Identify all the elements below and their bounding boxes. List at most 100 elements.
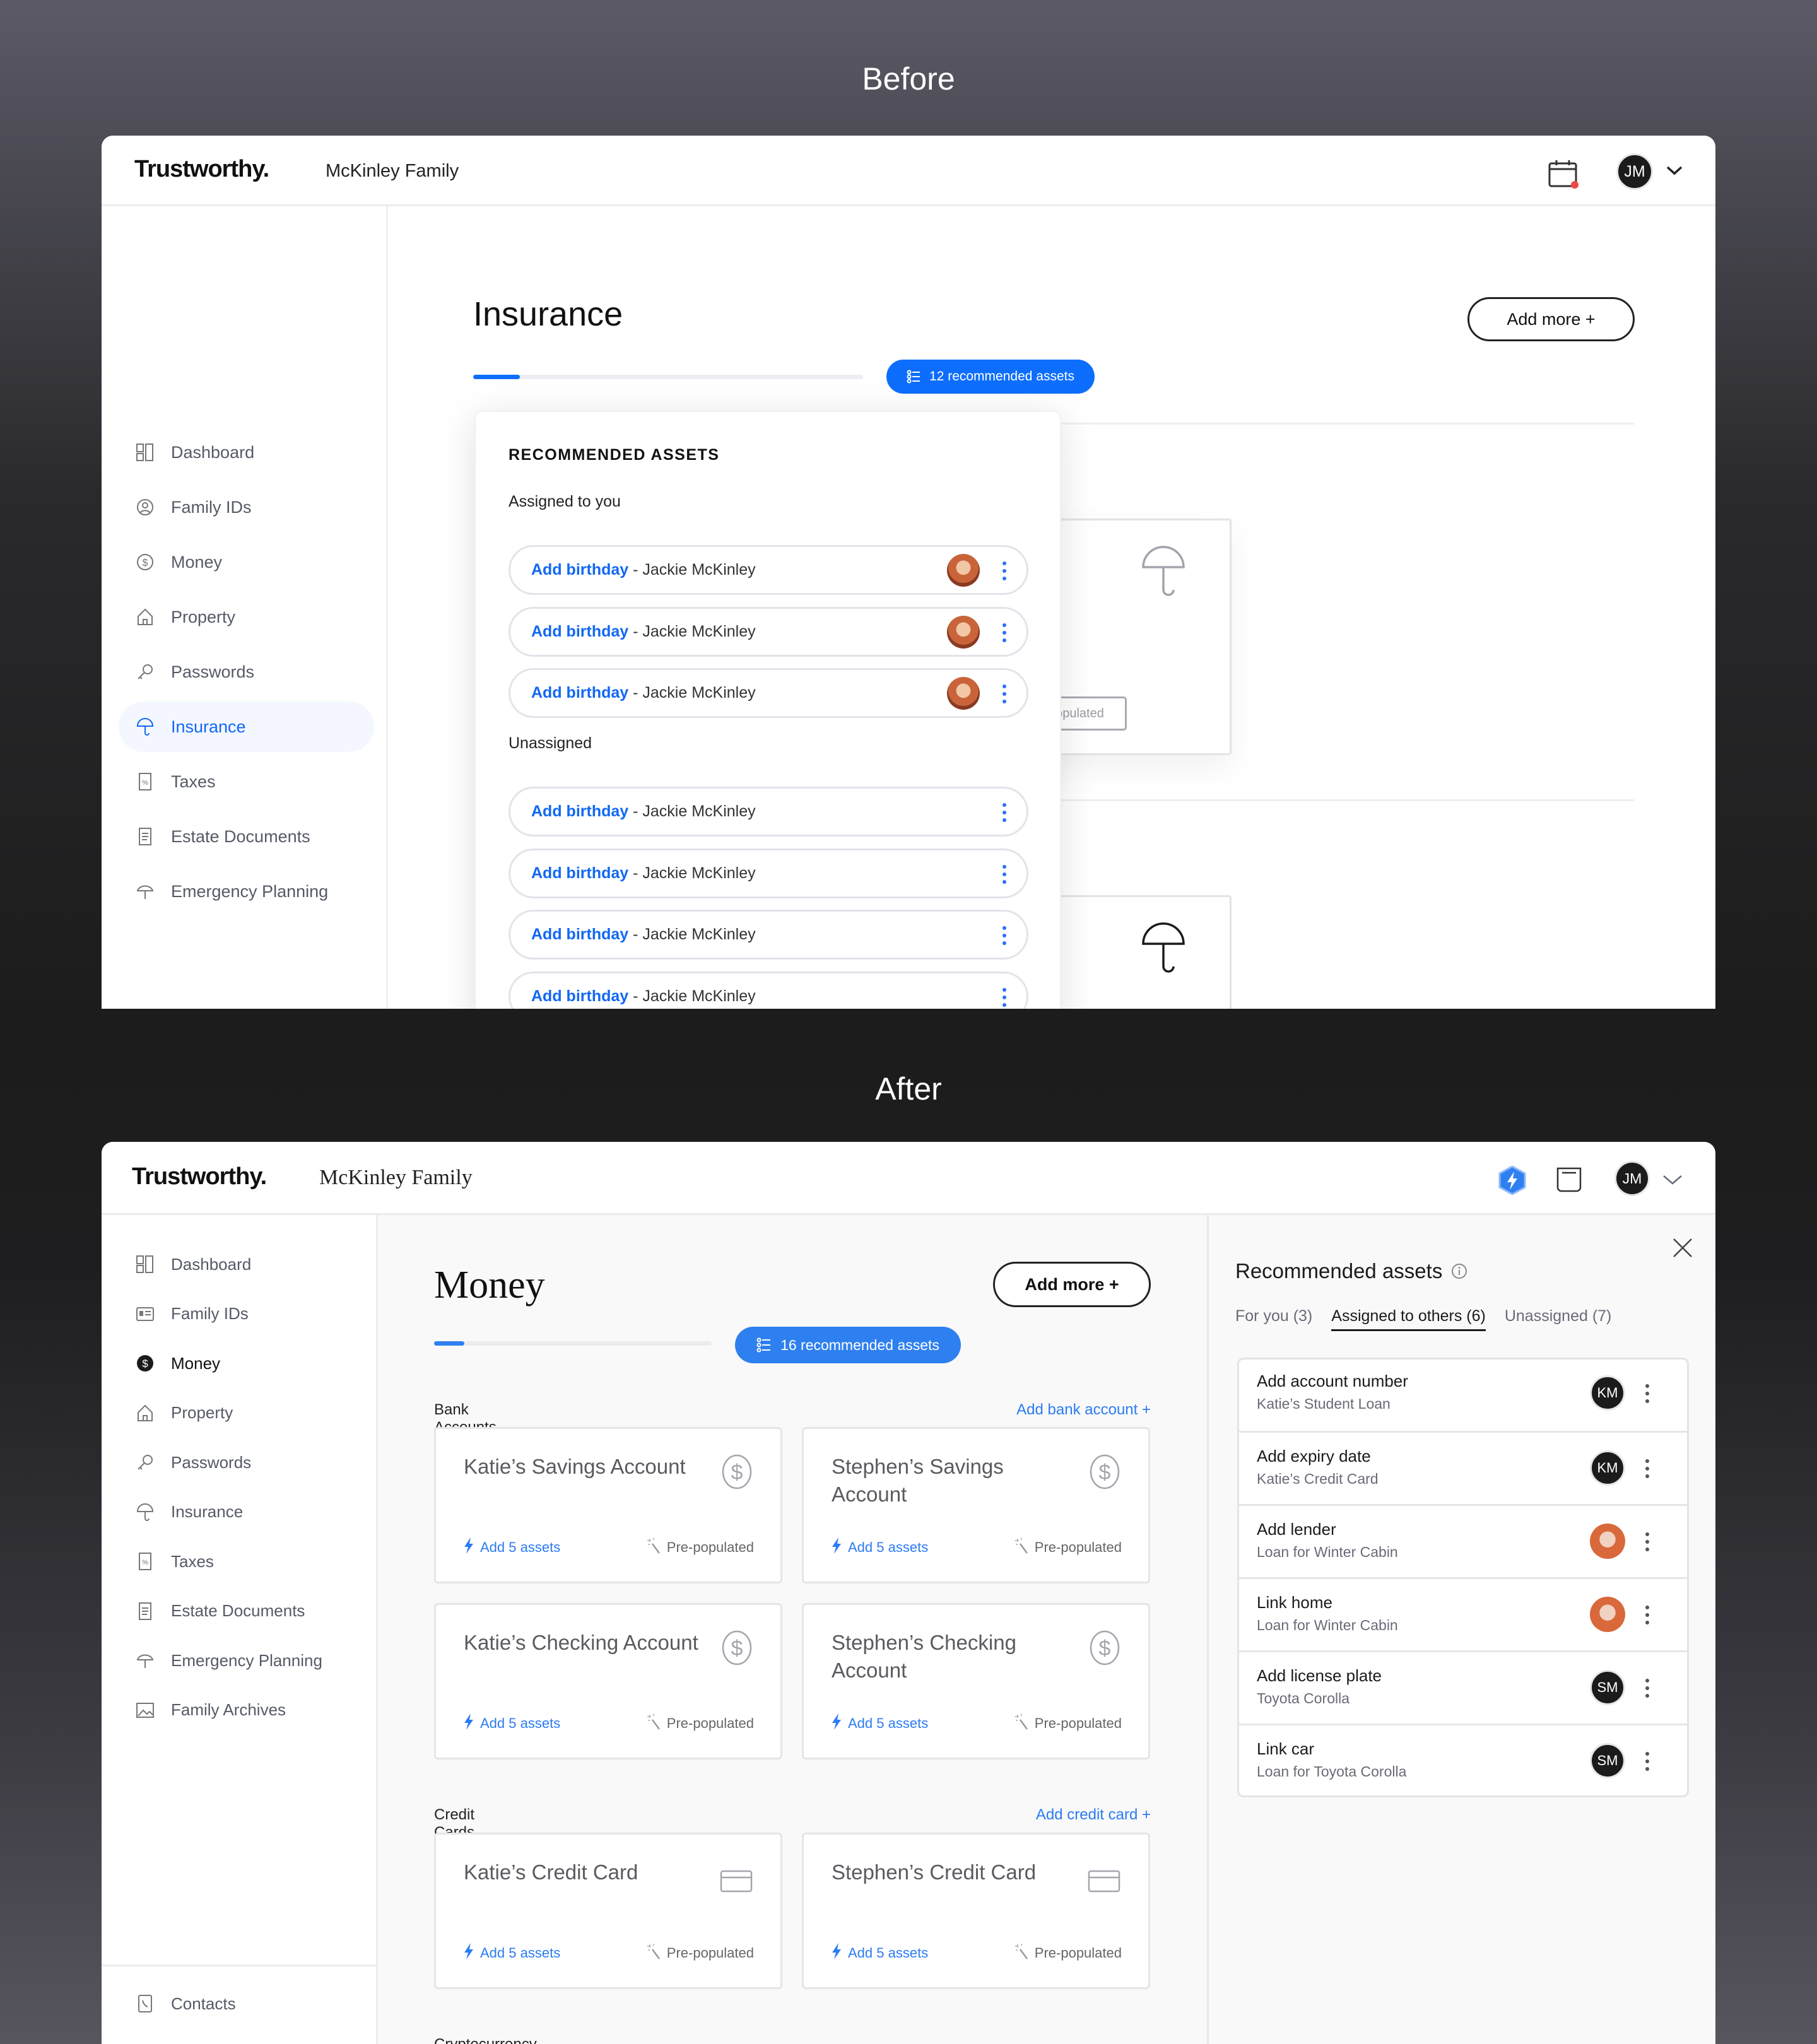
pre-populated-tag: Pre-populated (1014, 1713, 1122, 1734)
sidebar-item-insurance[interactable]: Insurance (102, 708, 379, 746)
logo[interactable]: Trustworthy. (132, 1163, 267, 1190)
lightning-hexagon-icon[interactable] (1498, 1165, 1526, 1198)
more-options-icon[interactable] (1001, 926, 1008, 945)
action-link[interactable]: Add birthday (531, 623, 628, 641)
sidebar-item-property[interactable]: Property (102, 1394, 373, 1432)
sidebar-item-emergency-planning[interactable]: Emergency Planning (102, 1642, 373, 1679)
add-assets-link[interactable]: Add 5 assets (832, 1537, 928, 1558)
recommended-asset-row[interactable]: Add birthday - Jackie McKinley (509, 545, 1028, 595)
sidebar-item-label: Estate Documents (171, 826, 310, 846)
add-more-button[interactable]: Add more + (993, 1262, 1151, 1307)
add-assets-link[interactable]: Add 5 assets (464, 1943, 560, 1963)
more-options-icon[interactable] (1001, 684, 1008, 703)
add-credit-cards-link[interactable]: Add credit card + (898, 1806, 1151, 1824)
sidebar-item-estate-documents[interactable]: Estate Documents (102, 818, 379, 855)
action-link[interactable]: Add birthday (531, 864, 628, 883)
action-link[interactable]: Add birthday (531, 802, 628, 821)
account-card[interactable]: Stephen’s Checking Account $ Add 5 assets P… (802, 1603, 1150, 1759)
more-options-icon[interactable] (1644, 1606, 1650, 1624)
more-options-icon[interactable] (1644, 1384, 1650, 1403)
user-avatar[interactable]: JM (1614, 1161, 1650, 1196)
assignee-avatar (947, 615, 980, 649)
sidebar-item-contacts[interactable]: Contacts (102, 1985, 373, 2023)
progress-bar (473, 375, 863, 379)
sidebar-item-family-ids[interactable]: Family IDs (102, 1295, 373, 1333)
sidebar-item-insurance[interactable]: Insurance (102, 1493, 373, 1531)
add-assets-link[interactable]: Add 5 assets (464, 1713, 560, 1734)
more-options-icon[interactable] (1001, 864, 1008, 884)
sidebar-item-family-ids[interactable]: Family IDs (102, 488, 379, 526)
add-assets-link[interactable]: Add 5 assets (832, 1713, 928, 1734)
account-card[interactable]: Katie’s Credit Card Add 5 assets Pre-popul… (434, 1833, 782, 1989)
account-card[interactable]: Katie’s Savings Account $ Add 5 assets Pre-… (434, 1427, 782, 1583)
tab-for-you-3[interactable]: For you (3) (1235, 1307, 1312, 1331)
action-link[interactable]: Add birthday (531, 925, 628, 944)
sidebar-item-family-archives[interactable]: Family Archives (102, 1691, 373, 1729)
add-bank-accounts-link[interactable]: Add bank account + (898, 1401, 1151, 1419)
sidebar-item-dashboard[interactable]: Dashboard (102, 1245, 373, 1283)
add-assets-link[interactable]: Add 5 assets (464, 1537, 560, 1558)
recommended-asset-row[interactable]: Add license plate Toyota Corolla SM (1239, 1650, 1687, 1724)
action-link[interactable]: Add birthday (531, 684, 628, 702)
account-card[interactable]: Stephen’s Credit Card Add 5 assets Pre-pop… (802, 1833, 1150, 1989)
chevron-down-icon[interactable] (1662, 1175, 1683, 1189)
recommended-asset-row[interactable]: Add birthday - Jackie McKinley (509, 668, 1028, 718)
pre-populated-label: Pre-populated (666, 1945, 754, 1961)
sidebar-item-label: Passwords (171, 1452, 252, 1472)
recommended-asset-row[interactable]: Add birthday - Jackie McKinley (509, 787, 1028, 837)
sidebar-item-property[interactable]: Property (102, 598, 379, 636)
account-card[interactable]: Katie’s Checking Account $ Add 5 assets Pre… (434, 1603, 782, 1759)
sidebar-item-taxes[interactable]: % Taxes (102, 1542, 373, 1580)
more-options-icon[interactable] (1644, 1752, 1650, 1771)
recommended-asset-row[interactable]: Add birthday - Jackie McKinley (509, 606, 1028, 657)
sidebar-item-dashboard[interactable]: Dashboard (102, 433, 379, 471)
sidebar-item-passwords[interactable]: Passwords (102, 1443, 373, 1481)
recommended-asset-row[interactable]: Add lender Loan for Winter Cabin (1239, 1504, 1687, 1577)
action-link[interactable]: Add birthday (531, 987, 628, 1006)
recommended-asset-row[interactable]: Add birthday - Jackie McKinley (509, 848, 1028, 898)
more-options-icon[interactable] (1644, 1679, 1650, 1698)
account-card[interactable]: Stephen’s Savings Account $ Add 5 assets Pr… (802, 1427, 1150, 1583)
unassigned-label: Unassigned (509, 734, 592, 752)
sidebar-item-emergency-planning[interactable]: Emergency Planning (102, 872, 379, 910)
sidebar-item-taxes[interactable]: % Taxes (102, 763, 379, 801)
add-assets-link[interactable]: Add 5 assets (832, 1943, 928, 1963)
recommended-assets-badge[interactable]: 12 recommended assets (886, 360, 1095, 394)
more-options-icon[interactable] (1644, 1459, 1650, 1478)
sidebar-item-money[interactable]: $ Money (102, 1344, 373, 1382)
sidebar-item-label: Emergency Planning (171, 1650, 322, 1670)
more-options-icon[interactable] (1001, 987, 1008, 1007)
chevron-down-icon[interactable] (1666, 166, 1683, 179)
info-icon[interactable] (1451, 1263, 1467, 1279)
sidebar-item-label: Insurance (171, 1502, 244, 1521)
more-options-icon[interactable] (1644, 1532, 1650, 1551)
magic-wand-icon (1014, 1537, 1030, 1558)
notes-icon[interactable] (1556, 1167, 1582, 1195)
user-avatar[interactable]: JM (1616, 153, 1653, 190)
lightning-icon (832, 1713, 842, 1734)
recommended-asset-row[interactable]: Link home Loan for Winter Cabin (1239, 1577, 1687, 1650)
logo[interactable]: Trustworthy. (134, 156, 269, 183)
sidebar-item-passwords[interactable]: Passwords (102, 653, 379, 691)
action-link[interactable]: Add birthday (531, 561, 628, 579)
pre-populated-label: Pre-populated (666, 1539, 754, 1555)
assignee-avatar (947, 554, 980, 587)
close-icon[interactable] (1673, 1238, 1693, 1261)
page-title: Insurance (473, 295, 623, 333)
recommended-assets-badge[interactable]: 16 recommended assets (735, 1327, 961, 1363)
sidebar-item-estate-documents[interactable]: Estate Documents (102, 1592, 373, 1630)
svg-text:$: $ (731, 1460, 743, 1484)
sidebar-item-money[interactable]: $ Money (102, 543, 379, 581)
recommended-asset-row[interactable]: Add birthday - Jackie McKinley (509, 910, 1028, 960)
recommended-asset-row[interactable]: Link car Loan for Toyota Corolla SM (1239, 1724, 1687, 1795)
tab-unassigned-7[interactable]: Unassigned (7) (1505, 1307, 1612, 1331)
more-options-icon[interactable] (1001, 561, 1008, 580)
tab-assigned-to-others-6[interactable]: Assigned to others (6) (1331, 1307, 1486, 1331)
add-more-button[interactable]: Add more + (1467, 297, 1635, 341)
calendar-icon[interactable] (1548, 160, 1579, 192)
recommended-asset-row[interactable]: Add expiry date Katie’s Credit Card KM (1239, 1431, 1687, 1504)
more-options-icon[interactable] (1001, 803, 1008, 822)
recommended-asset-row[interactable]: Add birthday - Jackie McKinley (509, 971, 1028, 1009)
more-options-icon[interactable] (1001, 623, 1008, 642)
recommended-asset-row[interactable]: Add account number Katie’s Student Loan KM (1239, 1360, 1687, 1431)
